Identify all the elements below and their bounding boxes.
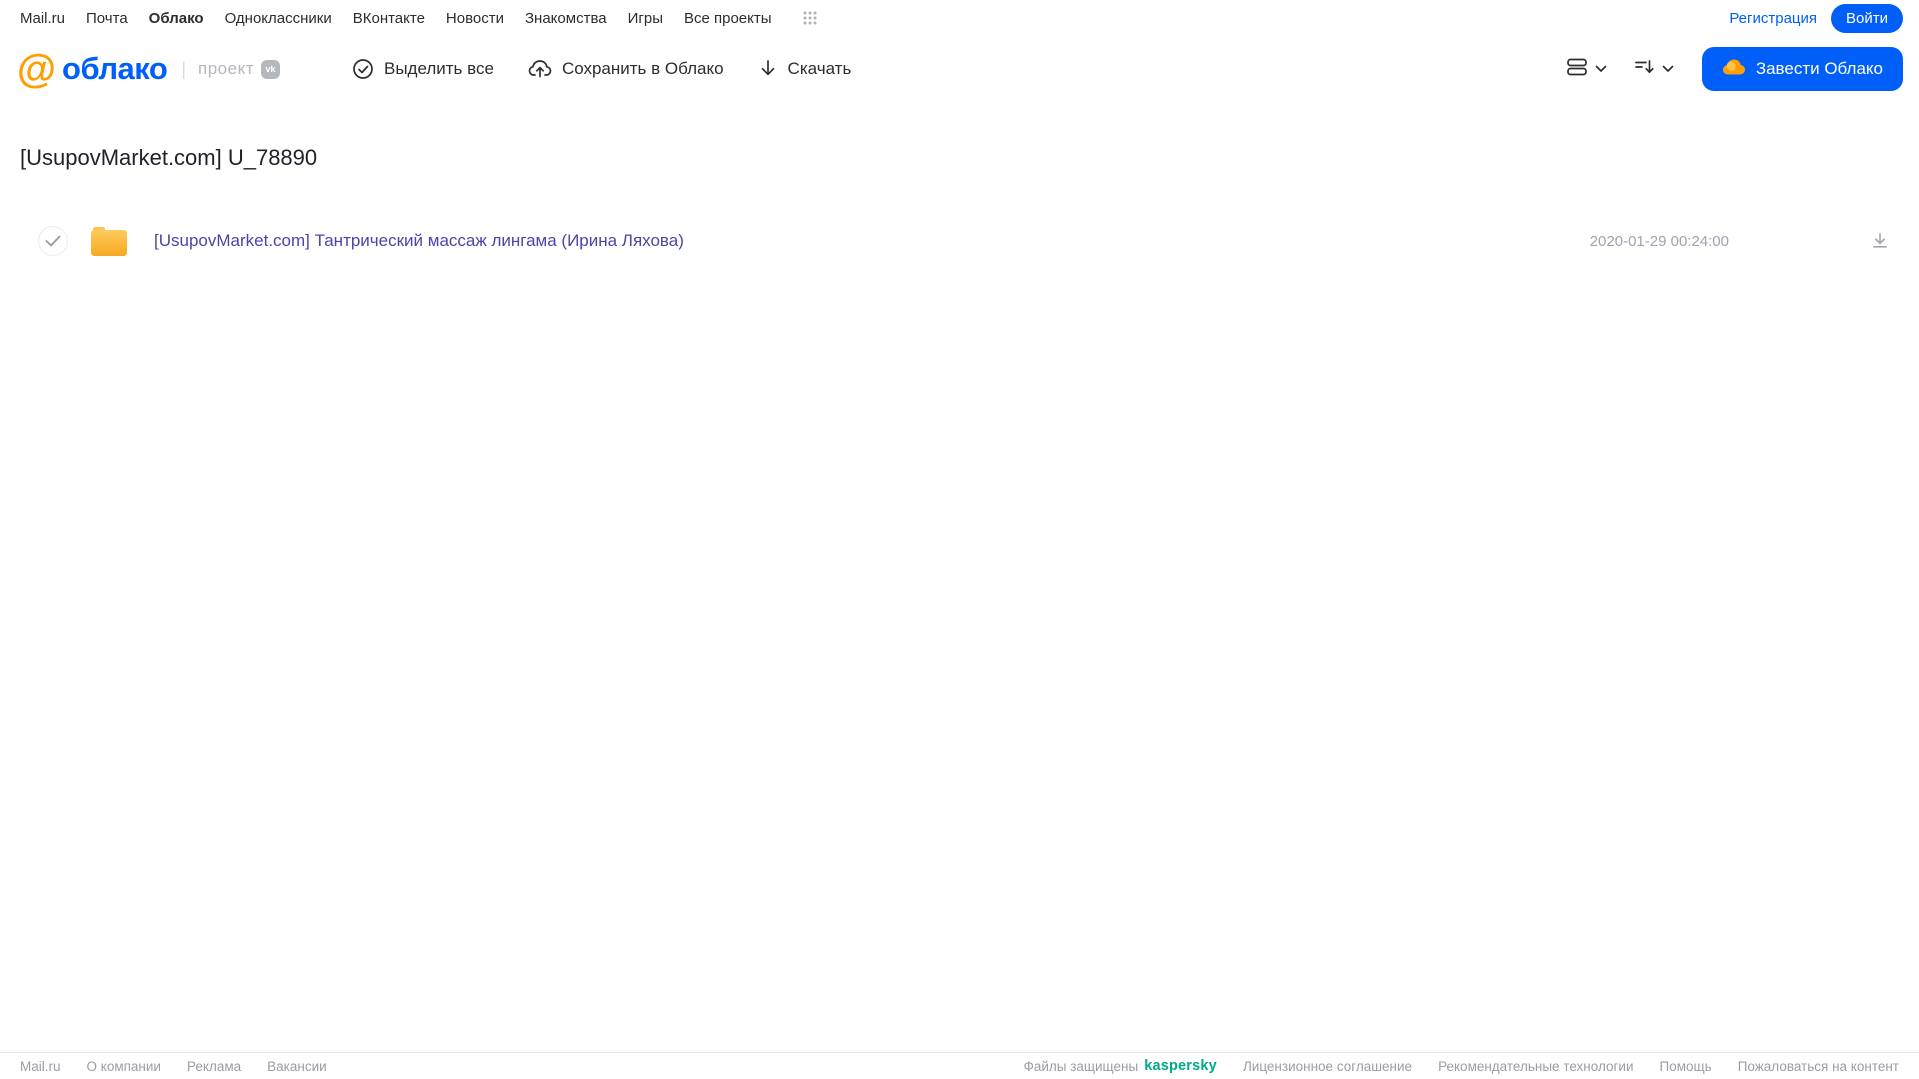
select-all-label: Выделить все — [383, 59, 494, 78]
cloud-logo[interactable]: @ облако | проект vk — [17, 49, 280, 89]
download-label: Скачать — [787, 59, 852, 78]
cloud-header: @ облако | проект vk Выделить все Сохран… — [0, 36, 1919, 102]
cloud-public-page: Mail.ru Почта Облако Одноклассники ВКонт… — [0, 0, 1919, 1079]
nav-pochta[interactable]: Почта — [86, 10, 128, 27]
apps-grid-icon[interactable] — [803, 11, 817, 25]
nav-vse-proekty[interactable]: Все проекты — [684, 10, 772, 27]
project-text: проект — [198, 59, 254, 78]
nav-odnoklassniki[interactable]: Одноклассники — [225, 10, 332, 27]
cloud-upload-icon — [528, 58, 552, 80]
chevron-down-icon — [1662, 60, 1674, 78]
footer-about[interactable]: О компании — [87, 1059, 161, 1074]
logo-divider: | — [181, 58, 186, 79]
nav-znakomstva[interactable]: Знакомства — [525, 10, 607, 27]
folder-icon — [90, 226, 128, 257]
select-all-button[interactable]: Выделить все — [352, 58, 494, 80]
footer-mailru[interactable]: Mail.ru — [20, 1059, 61, 1074]
footer-report[interactable]: Пожаловаться на контент — [1738, 1059, 1899, 1074]
chevron-down-icon — [1595, 60, 1607, 78]
get-cloud-button[interactable]: Завести Облако — [1701, 47, 1903, 91]
footer-license[interactable]: Лицензионное соглашение — [1243, 1059, 1412, 1074]
nav-novosti[interactable]: Новости — [446, 10, 504, 27]
file-date: 2020-01-29 00:24:00 — [1589, 232, 1729, 250]
nav-mailru[interactable]: Mail.ru — [20, 10, 65, 27]
sort-control[interactable] — [1633, 57, 1674, 82]
footer-right-links: Файлы защищены kaspersky Лицензионное со… — [1024, 1058, 1899, 1074]
page-title: [UsupovMarket.com] U_78890 — [20, 145, 318, 170]
row-checkbox[interactable] — [38, 226, 68, 256]
file-row[interactable]: [UsupovMarket.com] Тантрический массаж л… — [0, 214, 1919, 268]
footer-recommendations[interactable]: Рекомендательные технологии — [1438, 1059, 1633, 1074]
vk-project-label: | проект vk — [181, 59, 280, 80]
protected-label: Файлы защищены — [1023, 1058, 1139, 1074]
main-content: [UsupovMarket.com] U_78890 [UsupovMarket… — [0, 145, 1919, 268]
topbar-auth: Регистрация Войти — [1729, 3, 1903, 33]
header-right-controls: Завести Облако — [1566, 47, 1903, 91]
view-mode-control[interactable] — [1566, 57, 1607, 82]
nav-igry[interactable]: Игры — [628, 10, 663, 27]
portal-topbar: Mail.ru Почта Облако Одноклассники ВКонт… — [0, 0, 1919, 36]
sort-icon — [1633, 57, 1655, 82]
logo-wordmark: облако — [62, 51, 168, 86]
download-icon — [758, 58, 778, 80]
footer-jobs[interactable]: Вакансии — [267, 1059, 327, 1074]
kaspersky-protection: Файлы защищены kaspersky — [1024, 1058, 1217, 1074]
save-to-cloud-button[interactable]: Сохранить в Облако — [528, 58, 724, 80]
footer-left-links: Mail.ru О компании Реклама Вакансии — [20, 1059, 327, 1074]
kaspersky-logo[interactable]: kaspersky — [1144, 1058, 1217, 1074]
view-toggle-icon — [1566, 57, 1588, 82]
get-cloud-label: Завести Облако — [1755, 59, 1883, 78]
register-link[interactable]: Регистрация — [1729, 10, 1817, 27]
footer-ads[interactable]: Реклама — [187, 1059, 241, 1074]
footer-help[interactable]: Помощь — [1660, 1059, 1712, 1074]
save-to-cloud-label: Сохранить в Облако — [561, 59, 724, 78]
portal-nav: Mail.ru Почта Облако Одноклассники ВКонт… — [20, 10, 817, 27]
login-button[interactable]: Войти — [1831, 3, 1903, 33]
row-download-icon[interactable] — [1871, 232, 1889, 250]
cloud-brand-icon — [1722, 58, 1746, 81]
mailru-at-icon: @ — [17, 47, 57, 91]
file-name-link[interactable]: [UsupovMarket.com] Тантрический массаж л… — [154, 231, 684, 251]
actions-toolbar: Выделить все Сохранить в Облако Скачать — [352, 58, 851, 80]
page-footer: Mail.ru О компании Реклама Вакансии Файл… — [0, 1052, 1919, 1079]
download-button[interactable]: Скачать — [758, 58, 852, 80]
vk-logo-icon: vk — [260, 59, 280, 79]
nav-vkontakte[interactable]: ВКонтакте — [353, 10, 425, 27]
nav-oblako[interactable]: Облако — [149, 10, 204, 27]
check-circle-icon — [352, 58, 374, 80]
